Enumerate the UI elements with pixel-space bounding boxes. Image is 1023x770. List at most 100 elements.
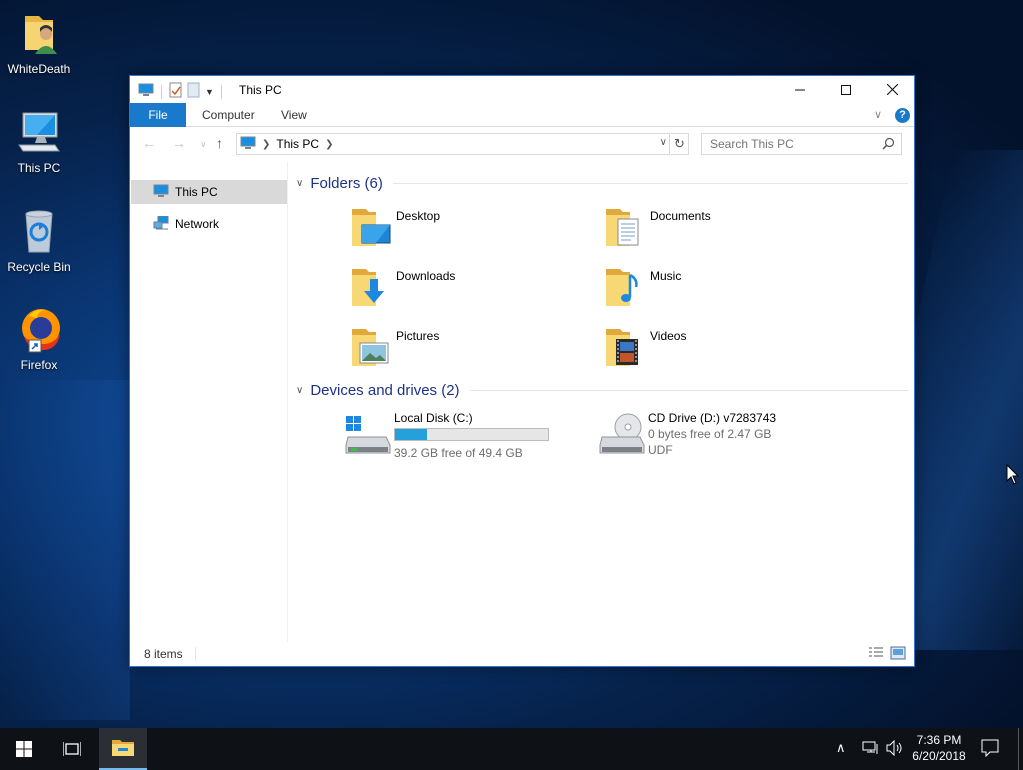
folder-videos[interactable]: Videos: [604, 325, 844, 379]
customize-qat-icon[interactable]: ▼: [205, 87, 214, 97]
mouse-cursor-icon: [1006, 463, 1020, 489]
folder-name: Downloads: [396, 269, 456, 283]
start-button[interactable]: [0, 728, 48, 770]
address-dropdown-icon[interactable]: ∨: [660, 137, 667, 148]
navigation-bar: ← → ∨ ↑ ❯ This PC ❯ ∨ ↻: [130, 127, 914, 161]
tab-view[interactable]: View: [267, 103, 321, 127]
desktop-icon-this-pc[interactable]: This PC: [0, 109, 78, 175]
folder-name: Documents: [650, 209, 711, 223]
item-count: 8 items: [144, 647, 183, 661]
documents-folder-icon: [604, 205, 646, 249]
file-explorer-icon: [112, 740, 134, 756]
firefox-icon: [15, 306, 63, 354]
music-folder-icon: [604, 265, 646, 309]
nav-item-this-pc[interactable]: This PC: [131, 180, 287, 204]
close-button[interactable]: [869, 76, 915, 103]
computer-icon: [138, 83, 154, 100]
search-input[interactable]: [702, 134, 872, 154]
desktop-icon-label: This PC: [17, 161, 61, 175]
recycle-bin-icon: [15, 208, 63, 256]
ribbon: File Computer View ∨ ?: [130, 103, 914, 127]
expand-ribbon-icon[interactable]: ∨: [874, 108, 882, 121]
folder-music[interactable]: Music: [604, 265, 844, 319]
forward-arrow-icon[interactable]: →: [172, 135, 186, 151]
search-icon[interactable]: [882, 137, 895, 153]
computer-icon: [240, 136, 256, 153]
task-view-icon: [63, 742, 81, 756]
address-bar[interactable]: ❯ This PC ❯ ∨: [236, 133, 670, 155]
network-status-icon[interactable]: [862, 740, 880, 759]
tab-file[interactable]: File: [130, 103, 186, 127]
folder-desktop[interactable]: Desktop: [350, 205, 590, 259]
quick-access-toolbar: ▼: [138, 82, 225, 101]
show-desktop-button[interactable]: [1018, 728, 1019, 770]
drive-cd-d[interactable]: CD Drive (D:) v7283743 0 bytes free of 2…: [598, 411, 838, 467]
folder-name: Music: [650, 269, 682, 283]
window-title: This PC: [239, 83, 282, 97]
local-disk-icon: [344, 413, 392, 457]
breadcrumb-chevron-icon[interactable]: ❯: [262, 139, 270, 150]
new-folder-icon[interactable]: [187, 82, 201, 101]
computer-icon: [153, 184, 169, 201]
folder-name: Desktop: [396, 209, 441, 223]
action-center-icon[interactable]: [981, 739, 999, 760]
clock-time: 7:36 PM: [916, 733, 962, 747]
drive-name: CD Drive (D:) v7283743: [648, 411, 777, 425]
back-arrow-icon[interactable]: ←: [142, 135, 156, 151]
taskbar-file-explorer[interactable]: [99, 728, 147, 770]
disk-usage-fill: [395, 429, 427, 440]
recent-locations-icon[interactable]: ∨: [200, 139, 207, 150]
drive-free-space: 39.2 GB free of 49.4 GB: [394, 446, 523, 460]
user-folder-icon: [15, 10, 63, 58]
cd-drive-icon: [598, 413, 646, 457]
pictures-folder-icon: [350, 325, 392, 369]
desktop-icon-recycle-bin[interactable]: Recycle Bin: [0, 208, 78, 274]
folder-documents[interactable]: Documents: [604, 205, 844, 259]
drive-free-space: 0 bytes free of 2.47 GB: [648, 427, 772, 441]
explorer-window[interactable]: ▼ This PC File Computer View ∨ ? ← → ∨ ↑…: [129, 75, 915, 667]
drive-local-disk-c[interactable]: Local Disk (C:) 39.2 GB free of 49.4 GB: [344, 411, 584, 467]
folder-pictures[interactable]: Pictures: [350, 325, 590, 379]
collapse-chevron-icon[interactable]: ∨: [296, 385, 303, 396]
tab-computer[interactable]: Computer: [188, 103, 269, 127]
desktop-icon-firefox[interactable]: Firefox: [0, 306, 78, 372]
refresh-icon[interactable]: ↻: [671, 133, 689, 155]
drive-filesystem: UDF: [648, 443, 673, 457]
task-view-button[interactable]: [48, 728, 96, 770]
clock-date: 6/20/2018: [912, 749, 966, 763]
collapse-chevron-icon[interactable]: ∨: [296, 178, 303, 189]
system-clock[interactable]: 7:36 PM 6/20/2018: [905, 732, 973, 764]
desktop-icon-label: WhiteDeath: [7, 62, 71, 76]
up-arrow-icon[interactable]: ↑: [216, 135, 223, 151]
nav-item-label: This PC: [175, 185, 218, 199]
navigation-pane: This PC Network: [130, 162, 288, 642]
minimize-button[interactable]: [777, 76, 823, 103]
help-icon[interactable]: ?: [895, 108, 910, 123]
computer-icon: [15, 109, 63, 157]
desktop-icon-label: Recycle Bin: [7, 260, 71, 274]
folder-name: Pictures: [396, 329, 440, 343]
properties-icon[interactable]: [169, 82, 183, 101]
drive-name: Local Disk (C:): [394, 411, 473, 425]
maximize-button[interactable]: [823, 76, 869, 103]
show-hidden-icons-chevron-icon[interactable]: ∧: [836, 740, 846, 756]
volume-icon[interactable]: [885, 739, 903, 759]
desktop-icon-whitedeath[interactable]: WhiteDeath: [0, 10, 78, 76]
downloads-folder-icon: [350, 265, 392, 309]
desktop-folder-icon: [350, 205, 392, 249]
breadcrumb[interactable]: This PC: [276, 137, 319, 151]
nav-item-network[interactable]: Network: [131, 212, 287, 236]
folders-group-header[interactable]: ∨ Folders (6): [296, 173, 908, 193]
windows-logo-icon: [16, 741, 32, 757]
details-view-icon[interactable]: [868, 646, 884, 660]
large-icons-view-icon[interactable]: [890, 646, 906, 660]
folder-downloads[interactable]: Downloads: [350, 265, 590, 319]
breadcrumb-chevron-icon[interactable]: ❯: [325, 139, 333, 150]
status-bar: 8 items: [130, 642, 914, 666]
group-title: Devices and drives (2): [310, 381, 460, 399]
taskbar: ∧ 7:36 PM 6/20/2018: [0, 728, 1023, 770]
nav-item-label: Network: [175, 217, 220, 231]
drives-group-header[interactable]: ∨ Devices and drives (2): [296, 380, 908, 400]
search-box[interactable]: [701, 133, 902, 155]
title-bar[interactable]: ▼ This PC: [130, 76, 914, 103]
